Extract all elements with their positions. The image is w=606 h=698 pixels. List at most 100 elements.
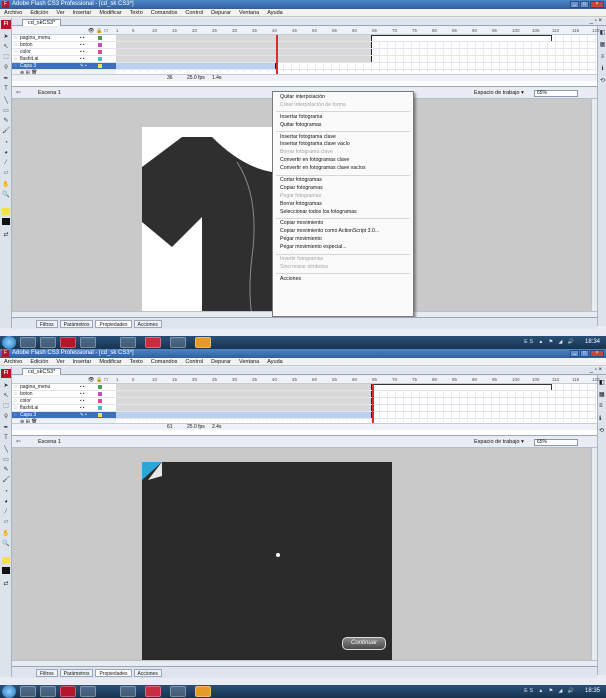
zoom-tool-icon[interactable]: 🔍 [2, 192, 10, 199]
rectangle-tool-icon[interactable]: ▭ [2, 457, 10, 464]
zoom-tool-icon[interactable]: 🔍 [2, 541, 10, 548]
properties-tab[interactable]: Filtros [36, 669, 58, 677]
maximize-button[interactable]: □ [580, 1, 589, 8]
frame-span[interactable] [116, 42, 372, 48]
layer-outline-color[interactable] [98, 399, 102, 403]
menu-item[interactable]: Depurar [211, 358, 231, 365]
vertical-scrollbar[interactable] [591, 99, 597, 317]
taskbar-app-button[interactable] [170, 337, 186, 348]
pen-tool-icon[interactable]: ✒ [2, 76, 10, 83]
context-menu-item[interactable]: Pegar movimiento especial... [273, 244, 413, 252]
layer-toggles[interactable]: • • [80, 56, 84, 62]
start-button[interactable] [2, 336, 16, 349]
align-panel-icon[interactable]: ≡ [599, 54, 606, 61]
context-menu-item[interactable]: Borrar fotogramas [273, 201, 413, 209]
frame-span[interactable] [116, 398, 372, 404]
frames-grid[interactable] [116, 35, 596, 81]
menu-item[interactable]: Ventana [239, 358, 259, 365]
layer-toggles[interactable]: • • [80, 398, 84, 404]
layer-row[interactable]: ◌ boton • • [12, 391, 116, 398]
layer-outline-color[interactable] [98, 406, 102, 410]
taskbar-app-button[interactable] [80, 337, 96, 348]
info-panel-icon[interactable]: ℹ [599, 415, 601, 422]
layer-row[interactable]: ◌ boton • • [12, 42, 116, 49]
properties-tab[interactable]: Filtros [36, 320, 58, 328]
hand-tool-icon[interactable]: ✋ [2, 531, 10, 538]
workspace-menu[interactable]: Espacio de trabajo ▾ [474, 437, 524, 448]
brush-tool-icon[interactable]: 🖌 [2, 477, 10, 484]
context-menu-item[interactable]: Copiar fotogramas [273, 185, 413, 193]
transform-panel-icon[interactable]: ⟲ [599, 427, 604, 434]
back-arrow-icon[interactable]: ⇦ [16, 88, 21, 99]
menu-item[interactable]: Comandos [151, 358, 178, 365]
taskbar-app-button[interactable] [20, 686, 36, 697]
tween-span[interactable] [116, 63, 276, 69]
tween-span[interactable] [116, 412, 372, 418]
swap-colors-icon[interactable]: ⇄ [2, 232, 10, 239]
layer-toggles[interactable]: • • [80, 384, 84, 390]
layer-visibility-lock-icons[interactable]: 👁🔒□ [88, 27, 110, 35]
taskbar-app-button[interactable] [145, 686, 161, 697]
scene-label[interactable]: Escena 1 [38, 88, 61, 99]
taskbar-flash-button[interactable] [60, 686, 76, 697]
continue-button[interactable]: Continuar [342, 637, 386, 650]
vertical-scrollbar[interactable] [591, 448, 597, 666]
close-button[interactable]: × [590, 350, 604, 357]
free-transform-tool-icon[interactable]: ⬚ [2, 54, 10, 61]
transform-panel-icon[interactable]: ⟲ [599, 78, 606, 85]
frame-rate[interactable]: 25.0 fps [187, 424, 205, 430]
minimize-button[interactable]: _ [570, 350, 579, 357]
color-panel-icon[interactable]: ◧ [599, 30, 606, 37]
selection-tool-icon[interactable]: ➤ [2, 34, 10, 41]
taskbar-app-button[interactable] [120, 337, 136, 348]
eraser-tool-icon[interactable]: ▱ [2, 519, 10, 526]
menu-item[interactable]: Texto [130, 9, 143, 16]
minimize-button[interactable]: _ [570, 1, 579, 8]
system-tray-icons[interactable]: ES ▲ ⚑ ◢ 🔊 [524, 336, 576, 349]
context-menu-item[interactable]: Copiar movimiento como ActionScript 3.0.… [273, 228, 413, 236]
menu-item[interactable]: Edición [30, 358, 48, 365]
lasso-tool-icon[interactable]: ϙ [2, 64, 10, 71]
frame-span[interactable] [116, 384, 372, 390]
properties-tab[interactable]: Propiedades [95, 669, 132, 677]
layer-row-selected[interactable]: ◌ Capa 3 ✎ • [12, 63, 116, 70]
context-menu-item[interactable]: Cortar fotogramas [273, 177, 413, 185]
context-menu-item[interactable]: Insertar fotograma clave vacío [273, 141, 413, 149]
properties-tab[interactable]: Parámetros [59, 669, 94, 677]
free-transform-tool-icon[interactable]: ⬚ [2, 403, 10, 410]
text-tool-icon[interactable]: T [2, 86, 10, 93]
menu-item[interactable]: Ver [56, 9, 64, 16]
properties-tab[interactable]: Parámetros [59, 320, 94, 328]
menu-item[interactable]: Ayuda [267, 358, 283, 365]
layer-row[interactable]: ◌ pagina_menu • • [12, 384, 116, 391]
start-button[interactable] [2, 685, 16, 698]
system-tray-icons[interactable]: ES ▲ ⚑ ◢ 🔊 [524, 685, 576, 698]
menu-item[interactable]: Modificar [99, 358, 121, 365]
menu-item[interactable]: Control [185, 358, 203, 365]
taskbar-app-button[interactable] [40, 337, 56, 348]
align-panel-icon[interactable]: ≡ [599, 403, 603, 409]
selection-tool-icon[interactable]: ➤ [2, 383, 10, 390]
ink-bottle-tool-icon[interactable]: ◔ [2, 489, 10, 496]
ink-bottle-tool-icon[interactable]: ◔ [2, 140, 10, 147]
context-menu-item[interactable]: Acciones [273, 276, 413, 284]
frame-span[interactable] [116, 405, 372, 411]
frame-span[interactable] [372, 384, 552, 390]
layer-toggles[interactable]: • • [80, 49, 84, 55]
taskbar-app-button[interactable] [195, 337, 211, 348]
eraser-tool-icon[interactable]: ▱ [2, 170, 10, 177]
paint-bucket-tool-icon[interactable]: ◕ [2, 499, 10, 506]
layer-row[interactable]: ◌ pagina_menu • • [12, 35, 116, 42]
menu-item[interactable]: Depurar [211, 9, 231, 16]
layer-row[interactable]: ◌ color • • [12, 398, 116, 405]
frame-span[interactable] [116, 35, 372, 41]
menu-item[interactable]: Archivo [4, 9, 22, 16]
properties-tab[interactable]: Acciones [133, 669, 162, 677]
line-tool-icon[interactable]: ╲ [2, 447, 10, 454]
frame-span[interactable] [116, 391, 372, 397]
properties-tab[interactable]: Acciones [133, 320, 162, 328]
layer-outline-color[interactable] [98, 392, 102, 396]
layer-toggles[interactable]: ✎ • [80, 412, 87, 418]
close-button[interactable]: × [590, 1, 604, 8]
properties-tab[interactable]: Propiedades [95, 320, 132, 328]
